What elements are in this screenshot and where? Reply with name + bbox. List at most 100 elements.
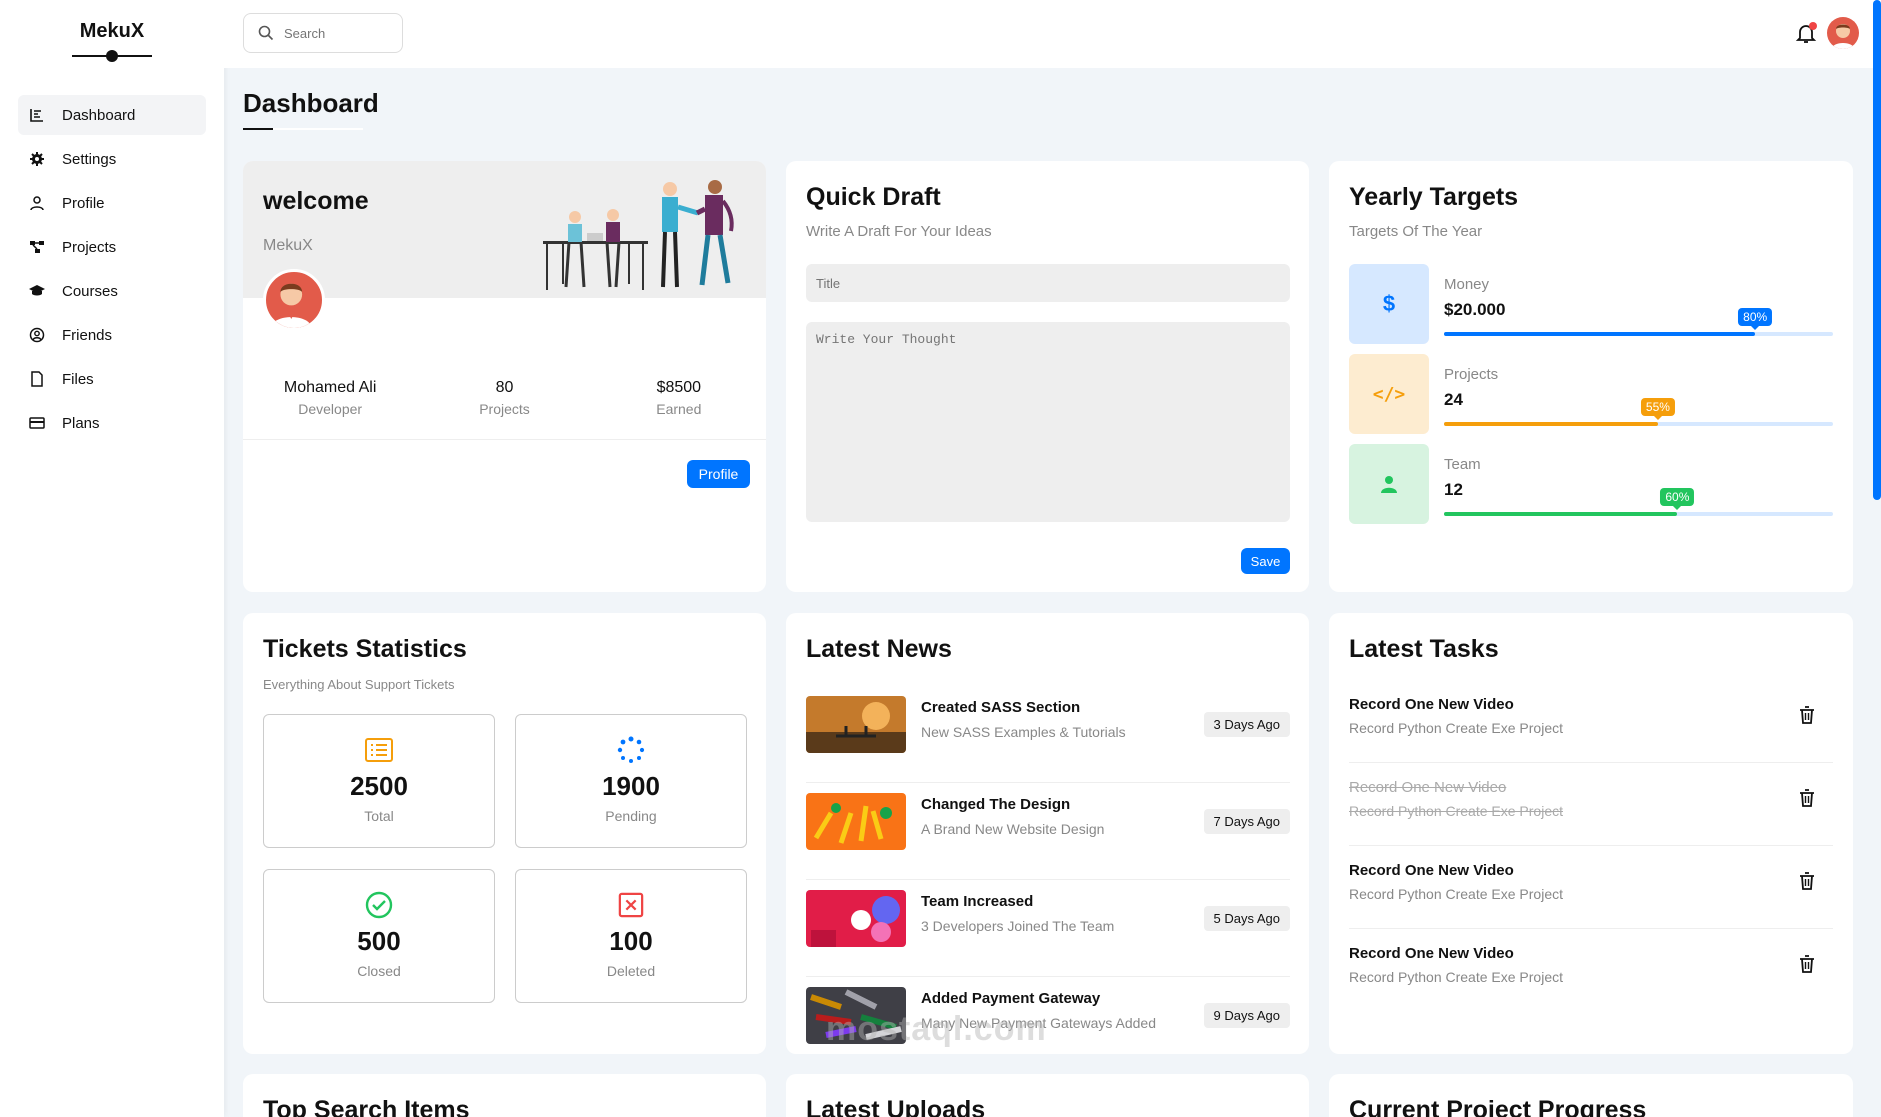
- user-avatar[interactable]: [1827, 17, 1859, 49]
- news-date: 3 Days Ago: [1203, 712, 1290, 737]
- ticket-value: 100: [609, 926, 653, 956]
- trash-icon[interactable]: [1799, 789, 1815, 807]
- news-item[interactable]: Created SASS Section New SASS Examples &…: [806, 686, 1290, 783]
- current-project-progress-card: Current Project Progress: [1329, 1074, 1853, 1117]
- quick-draft-card: Quick Draft Write A Draft For Your Ideas…: [786, 161, 1309, 592]
- diagram-icon: [28, 238, 46, 256]
- sidebar-item-label: Plans: [62, 414, 100, 432]
- target-percent-badge: 60%: [1660, 488, 1695, 510]
- stat-label: Developer: [298, 401, 363, 417]
- welcome-title: welcome: [263, 187, 369, 215]
- stat-value: $8500: [656, 379, 702, 396]
- notification-bell[interactable]: [1795, 22, 1817, 44]
- task-item[interactable]: Record One New Video Record Python Creat…: [1349, 929, 1833, 1012]
- divider: [243, 439, 766, 440]
- news-thumbnail: [806, 793, 906, 850]
- quick-draft-subtitle: Write A Draft For Your Ideas: [806, 223, 992, 240]
- spinner-icon: [616, 735, 646, 765]
- ticket-value: 1900: [602, 771, 660, 801]
- file-icon: [28, 370, 46, 388]
- welcome-stats: Mohamed Ali Developer 80 Projects $8500 …: [243, 379, 766, 417]
- sidebar-item-courses[interactable]: Courses: [18, 271, 206, 311]
- task-desc: Record Python Create Exe Project: [1349, 720, 1563, 736]
- current-project-progress-title: Current Project Progress: [1349, 1096, 1647, 1117]
- sidebar-item-label: Dashboard: [62, 106, 136, 124]
- graduation-cap-icon: [28, 282, 46, 300]
- task-item[interactable]: Record One New Video Record Python Creat…: [1349, 846, 1833, 929]
- task-title: Record One New Video: [1349, 945, 1514, 962]
- draft-title-input[interactable]: [806, 264, 1290, 302]
- search-icon: [258, 25, 274, 41]
- sidebar-item-dashboard[interactable]: Dashboard: [18, 95, 206, 135]
- task-item[interactable]: Record One New Video Record Python Creat…: [1349, 680, 1833, 763]
- target-icon-glyph: </>: [1372, 383, 1406, 405]
- top-header: [224, 0, 1881, 68]
- ticket-value: 500: [357, 926, 401, 956]
- yearly-targets-card: Yearly Targets Targets Of The Year $ Mon…: [1329, 161, 1853, 592]
- page-title: Dashboard: [243, 88, 379, 118]
- search-input[interactable]: [284, 25, 394, 41]
- page-title-underline: [243, 128, 363, 130]
- ticket-value: 2500: [350, 771, 408, 801]
- sidebar-item-settings[interactable]: Settings: [18, 139, 206, 179]
- profile-avatar[interactable]: [263, 269, 325, 331]
- list-icon: [364, 735, 394, 765]
- ticket-total: 2500 Total: [263, 714, 495, 848]
- target-value: 24: [1444, 390, 1463, 409]
- user-icon: [1349, 444, 1429, 524]
- ticket-label: Pending: [605, 808, 657, 824]
- sidebar-item-profile[interactable]: Profile: [18, 183, 206, 223]
- sidebar-item-plans[interactable]: Plans: [18, 403, 206, 443]
- ticket-pending: 1900 Pending: [515, 714, 747, 848]
- task-desc: Record Python Create Exe Project: [1349, 969, 1563, 985]
- tickets-title: Tickets Statistics: [263, 635, 467, 663]
- latest-tasks-title: Latest Tasks: [1349, 635, 1499, 663]
- news-item[interactable]: Changed The Design A Brand New Website D…: [806, 783, 1290, 880]
- task-title: Record One New Video: [1349, 696, 1514, 713]
- latest-news-card: Latest News Created SASS Section New SAS…: [786, 613, 1309, 1054]
- sidebar-item-label: Friends: [62, 326, 113, 344]
- news-date: 7 Days Ago: [1203, 809, 1290, 834]
- sidebar: MekuX Dashboard Settings Profile Project…: [0, 0, 224, 1117]
- gear-icon: [28, 150, 46, 168]
- check-circle-icon: [364, 890, 394, 920]
- news-thumbnail: [806, 696, 906, 753]
- news-item[interactable]: Team Increased 3 Developers Joined The T…: [806, 880, 1290, 977]
- sidebar-item-projects[interactable]: Projects: [18, 227, 206, 267]
- task-desc: Record Python Create Exe Project: [1349, 886, 1563, 902]
- brand-logo[interactable]: MekuX: [0, 0, 224, 43]
- sidebar-item-files[interactable]: Files: [18, 359, 206, 399]
- ticket-label: Total: [364, 808, 394, 824]
- save-button[interactable]: Save: [1241, 548, 1290, 574]
- profile-button[interactable]: Profile: [687, 460, 750, 488]
- sidebar-item-friends[interactable]: Friends: [18, 315, 206, 355]
- stat-value: Mohamed Ali: [283, 379, 377, 396]
- trash-icon[interactable]: [1799, 706, 1815, 724]
- target-progress-fill: [1444, 422, 1658, 426]
- top-search-items-title: Top Search Items: [263, 1096, 470, 1117]
- user-circle-icon: [28, 326, 46, 344]
- trash-icon[interactable]: [1799, 955, 1815, 973]
- stat-label: Projects: [479, 401, 530, 417]
- draft-body-textarea[interactable]: [806, 322, 1290, 522]
- code-icon: </>: [1349, 354, 1429, 434]
- news-date: 5 Days Ago: [1203, 906, 1290, 931]
- page-scrollbar[interactable]: [1873, 0, 1881, 500]
- target-label: Money: [1444, 276, 1490, 293]
- task-title: Record One New Video: [1349, 779, 1507, 796]
- watermark: mostaql.com: [826, 1010, 1047, 1048]
- target-value: 12: [1444, 480, 1463, 499]
- news-title: Added Payment Gateway: [921, 990, 1101, 1007]
- sidebar-item-label: Profile: [62, 194, 105, 212]
- trash-icon[interactable]: [1799, 872, 1815, 890]
- ticket-label: Closed: [357, 963, 401, 979]
- search-box[interactable]: [243, 13, 403, 53]
- task-item-completed[interactable]: Record One New Video Record Python Creat…: [1349, 763, 1833, 846]
- welcome-brand: MekuX: [263, 237, 313, 254]
- latest-uploads-title: Latest Uploads: [806, 1096, 986, 1117]
- news-title: Team Increased: [921, 893, 1034, 910]
- target-label: Projects: [1444, 366, 1499, 383]
- target-icon-glyph: $: [1382, 291, 1396, 316]
- team-illustration: [543, 180, 734, 290]
- news-title: Created SASS Section: [921, 699, 1081, 716]
